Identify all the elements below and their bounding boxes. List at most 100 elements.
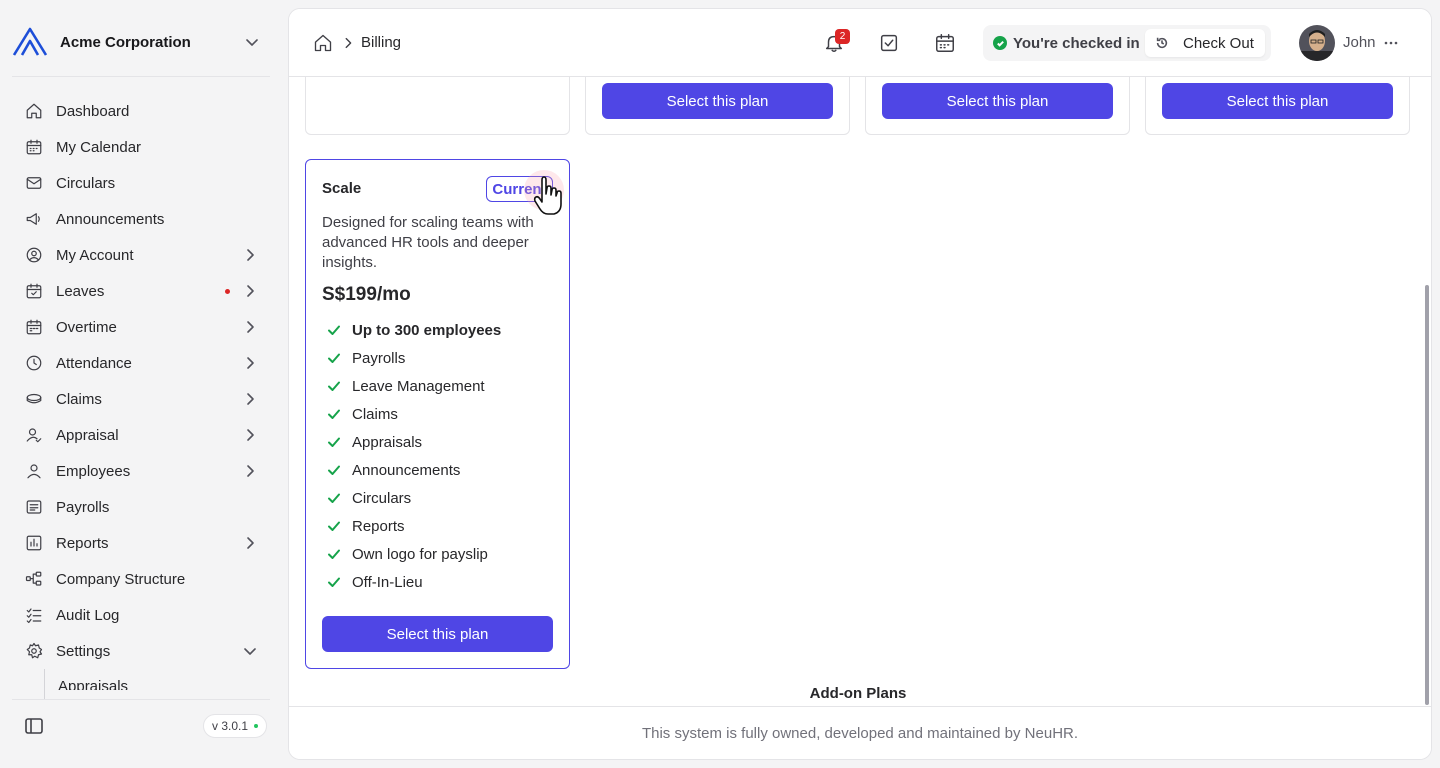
breadcrumb-current: Billing (361, 34, 402, 51)
check-out-button[interactable]: Check Out (1145, 29, 1265, 57)
select-plan-button[interactable]: Select this plan (882, 83, 1113, 119)
select-plan-button[interactable]: Select this plan (602, 83, 833, 119)
sidebar-subitem-appraisals[interactable]: Appraisals (58, 678, 128, 690)
sidebar-item-dashboard[interactable]: Dashboard (16, 93, 272, 129)
check-icon (326, 406, 342, 422)
chevron-right-icon (242, 535, 258, 551)
sidebar-item-claims[interactable]: Claims (16, 381, 272, 417)
chevron-down-icon[interactable] (242, 32, 262, 52)
feature-item: Appraisals (326, 428, 556, 456)
chevron-right-icon (341, 36, 355, 50)
sidebar-item-my-calendar[interactable]: My Calendar (16, 129, 272, 165)
sidebar: Acme Corporation Dashboard My Calendar C… (0, 0, 282, 768)
current-badge: Current (486, 176, 553, 202)
feature-item: Leave Management (326, 372, 556, 400)
sidebar-item-attendance[interactable]: Attendance (16, 345, 272, 381)
sidebar-toggle-icon[interactable] (24, 716, 44, 736)
submenu-guide-line (44, 669, 45, 699)
home-icon[interactable] (313, 33, 333, 53)
sidebar-item-label: Company Structure (56, 570, 186, 588)
feature-item: Announcements (326, 456, 556, 484)
version-label: v 3.0.1 (212, 719, 249, 733)
feature-item: Payrolls (326, 344, 556, 372)
check-icon (326, 378, 342, 394)
sidebar-item-appraisal[interactable]: Appraisal (16, 417, 272, 453)
sidebar-item-overtime[interactable]: Overtime (16, 309, 272, 345)
feature-list: Up to 300 employees Payrolls Leave Manag… (326, 316, 556, 596)
check-circle-icon (993, 36, 1007, 50)
check-icon (326, 462, 342, 478)
sidebar-item-label: Overtime (56, 318, 117, 336)
sidebar-item-audit-log[interactable]: Audit Log (16, 597, 272, 633)
feature-item: Circulars (326, 484, 556, 512)
check-icon (326, 574, 342, 590)
checkin-status-panel: You're checked in Check Out (983, 25, 1271, 61)
sidebar-item-label: Dashboard (56, 102, 130, 120)
check-icon (326, 546, 342, 562)
plan-card (305, 77, 570, 135)
calendar-icon[interactable] (934, 32, 956, 54)
main-panel: Billing 2 You're checked in Check Out Jo… (288, 8, 1432, 760)
chevron-right-icon (242, 391, 258, 407)
chevron-right-icon (242, 283, 258, 299)
chevron-right-icon (242, 319, 258, 335)
sidebar-item-reports[interactable]: Reports (16, 525, 272, 561)
select-plan-button[interactable]: Select this plan (322, 616, 553, 652)
feature-item: Reports (326, 512, 556, 540)
billing-content: Select this plan Select this plan Select… (289, 77, 1431, 707)
home-icon (24, 101, 44, 121)
checkbox-task-icon[interactable] (878, 32, 900, 54)
plan-card-current: Scale Current Designed for scaling teams… (305, 159, 570, 669)
scrollbar-thumb[interactable] (1425, 285, 1429, 705)
top-header: Billing 2 You're checked in Check Out Jo… (289, 9, 1431, 77)
clock-icon (24, 353, 44, 373)
sidebar-item-my-account[interactable]: My Account (16, 237, 272, 273)
calendar-clock-icon (24, 317, 44, 337)
org-switcher[interactable]: Acme Corporation (12, 24, 270, 60)
sidebar-item-announcements[interactable]: Announcements (16, 201, 272, 237)
sidebar-item-leaves[interactable]: Leaves (16, 273, 272, 309)
sidebar-item-employees[interactable]: Employees (16, 453, 272, 489)
sidebar-item-label: Employees (56, 462, 131, 480)
feature-label: Payrolls (352, 349, 406, 367)
sidebar-item-company-structure[interactable]: Company Structure (16, 561, 272, 597)
avatar[interactable] (1299, 25, 1335, 61)
check-icon (326, 350, 342, 366)
megaphone-icon (24, 209, 44, 229)
sidebar-item-label: Appraisal (56, 426, 119, 444)
plan-description: Designed for scaling teams with advanced… (322, 214, 534, 271)
sidebar-item-label: Payrolls (56, 498, 110, 516)
plan-card: Select this plan (585, 77, 850, 135)
mail-icon (24, 173, 44, 193)
notification-count-badge: 2 (835, 29, 850, 44)
feature-item: Up to 300 employees (326, 316, 556, 344)
chart-icon (24, 533, 44, 553)
feature-label: Circulars (352, 489, 412, 507)
version-badge: v 3.0.1 (203, 714, 268, 738)
notification-dot (225, 289, 230, 294)
sidebar-item-settings[interactable]: Settings (16, 633, 272, 669)
footer: This system is fully owned, developed an… (289, 706, 1431, 759)
sidebar-item-label: Reports (56, 534, 109, 552)
chevron-right-icon (242, 247, 258, 263)
status-dot (254, 724, 259, 728)
divider (12, 699, 270, 700)
chevron-right-icon (242, 427, 258, 443)
sidebar-item-payrolls[interactable]: Payrolls (16, 489, 272, 525)
sidebar-item-label: Attendance (56, 354, 132, 372)
calendar-icon (24, 137, 44, 157)
more-horizontal-icon[interactable] (1381, 33, 1401, 53)
sidebar-item-label: Audit Log (56, 606, 120, 624)
check-out-label: Check Out (1183, 34, 1254, 52)
sidebar-item-circulars[interactable]: Circulars (16, 165, 272, 201)
feature-label: Appraisals (352, 433, 423, 451)
user-check-icon (24, 425, 44, 445)
chevron-right-icon (242, 355, 258, 371)
user-name[interactable]: John (1343, 34, 1376, 51)
receipt-icon (24, 497, 44, 517)
coins-icon (24, 389, 44, 409)
chevron-right-icon (242, 463, 258, 479)
company-logo-icon (12, 27, 48, 56)
select-plan-button[interactable]: Select this plan (1162, 83, 1393, 119)
sidebar-item-label: My Account (56, 246, 134, 264)
